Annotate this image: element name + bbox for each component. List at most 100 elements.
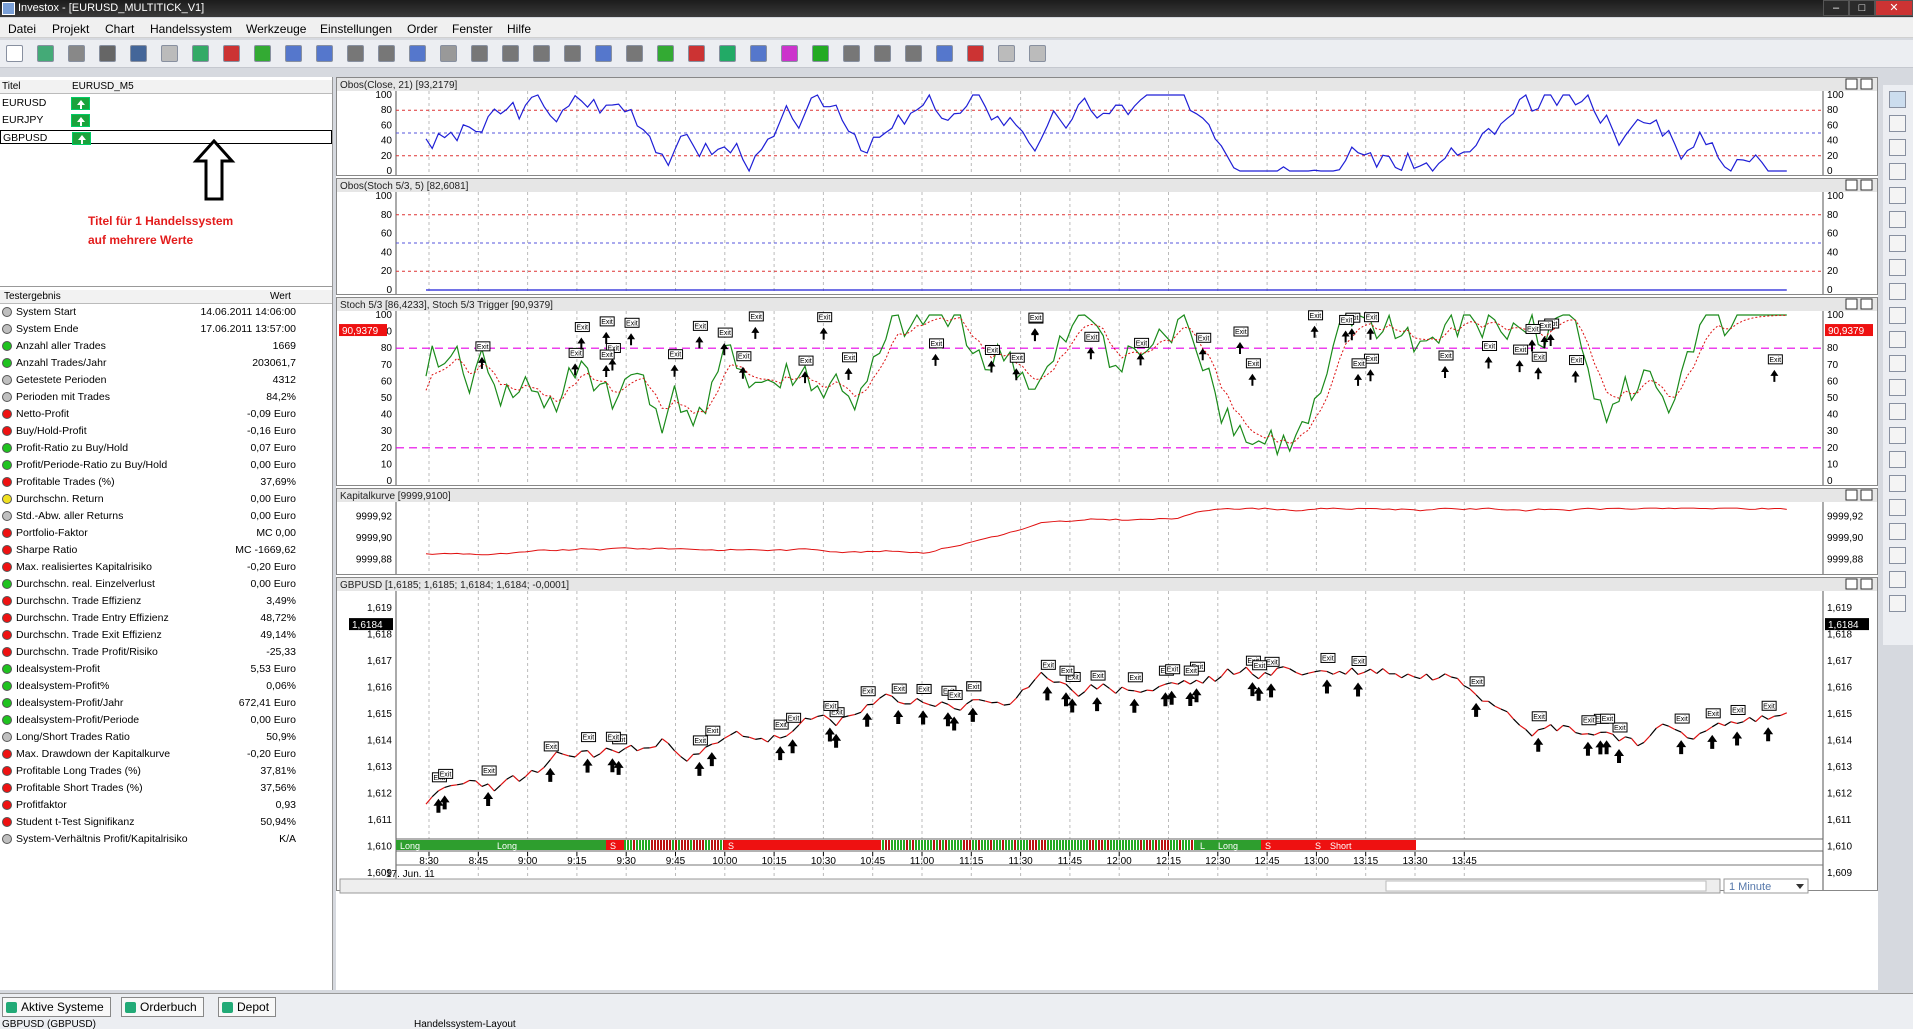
toolbar-button[interactable]	[688, 45, 705, 62]
toolbar-button[interactable]	[812, 45, 829, 62]
toolbar-button[interactable]	[750, 45, 767, 62]
toolbar-button[interactable]	[781, 45, 798, 62]
result-row[interactable]: Buy/Hold-Profit -0,16 Euro	[0, 424, 332, 438]
minimize-button[interactable]: –	[1823, 0, 1849, 16]
result-row[interactable]: Profitable Trades (%) 37,69%	[0, 475, 332, 489]
result-row[interactable]: Durchschn. real. Einzelverlust 0,00 Euro	[0, 577, 332, 591]
menu-fenster[interactable]: Fenster	[452, 22, 493, 36]
result-row[interactable]: Profitable Short Trades (%) 37,56%	[0, 781, 332, 795]
symbol-row[interactable]: EURJPY	[0, 113, 332, 127]
drawing-tool-button[interactable]	[1889, 547, 1906, 564]
symbol-row[interactable]: EURUSD	[0, 96, 332, 110]
toolbar-button[interactable]	[626, 45, 643, 62]
result-row[interactable]: Long/Short Trades Ratio 50,9%	[0, 730, 332, 744]
toolbar-button[interactable]	[564, 45, 581, 62]
drawing-tool-button[interactable]	[1889, 235, 1906, 252]
result-row[interactable]: Idealsystem-Profit 5,53 Euro	[0, 662, 332, 676]
drawing-tool-button[interactable]	[1889, 259, 1906, 276]
result-row[interactable]: Sharpe Ratio MC -1669,62	[0, 543, 332, 557]
toolbar-button[interactable]	[409, 45, 426, 62]
drawing-tool-button[interactable]	[1889, 355, 1906, 372]
toolbar-button[interactable]	[843, 45, 860, 62]
restore-icon[interactable]	[1845, 179, 1858, 191]
toolbar-button[interactable]	[316, 45, 333, 62]
result-row[interactable]: Durchschn. Trade Entry Effizienz 48,72%	[0, 611, 332, 625]
toolbar-button[interactable]	[130, 45, 147, 62]
menu-werkzeuge[interactable]: Werkzeuge	[246, 22, 306, 36]
menu-order[interactable]: Order	[407, 22, 438, 36]
menu-chart[interactable]: Chart	[105, 22, 134, 36]
close-button[interactable]: ✕	[1875, 0, 1913, 16]
drawing-tool-button[interactable]	[1889, 331, 1906, 348]
close-icon[interactable]	[1860, 298, 1873, 310]
drawing-tool-button[interactable]	[1889, 403, 1906, 420]
result-row[interactable]: Profitfaktor 0,93	[0, 798, 332, 812]
toolbar-button[interactable]	[285, 45, 302, 62]
restore-icon[interactable]	[1845, 489, 1858, 501]
result-row[interactable]: Profit-Ratio zu Buy/Hold 0,07 Euro	[0, 441, 332, 455]
close-icon[interactable]	[1860, 578, 1873, 590]
drawing-tool-button[interactable]	[1889, 475, 1906, 492]
toolbar-button[interactable]	[6, 45, 23, 62]
toolbar-button[interactable]	[936, 45, 953, 62]
tab-aktive-systeme[interactable]: Aktive Systeme	[2, 997, 111, 1017]
maximize-button[interactable]: □	[1849, 0, 1875, 16]
toolbar-button[interactable]	[192, 45, 209, 62]
close-icon[interactable]	[1860, 179, 1873, 191]
drawing-tool-button[interactable]	[1889, 499, 1906, 516]
tab-orderbuch[interactable]: Orderbuch	[121, 997, 204, 1017]
drawing-tool-button[interactable]	[1889, 115, 1906, 132]
result-row[interactable]: Durchschn. Return 0,00 Euro	[0, 492, 332, 506]
toolbar-button[interactable]	[998, 45, 1015, 62]
drawing-tool-button[interactable]	[1889, 211, 1906, 228]
tab-depot[interactable]: Depot	[218, 997, 277, 1017]
toolbar-button[interactable]	[719, 45, 736, 62]
close-icon[interactable]	[1860, 489, 1873, 501]
result-row[interactable]: Portfolio-Faktor MC 0,00	[0, 526, 332, 540]
menu-hilfe[interactable]: Hilfe	[507, 22, 531, 36]
result-row[interactable]: Getestete Perioden 4312	[0, 373, 332, 387]
result-row[interactable]: Durchschn. Trade Profit/Risiko -25,33	[0, 645, 332, 659]
drawing-tool-button[interactable]	[1889, 187, 1906, 204]
toolbar-button[interactable]	[905, 45, 922, 62]
result-row[interactable]: Idealsystem-Profit/Jahr 672,41 Euro	[0, 696, 332, 710]
result-row[interactable]: Anzahl Trades/Jahr 203061,7	[0, 356, 332, 370]
result-row[interactable]: System Start 14.06.2011 14:06:00	[0, 305, 332, 319]
drawing-tool-button[interactable]	[1889, 91, 1906, 108]
toolbar-button[interactable]	[471, 45, 488, 62]
result-row[interactable]: Durchschn. Trade Effizienz 3,49%	[0, 594, 332, 608]
toolbar-button[interactable]	[223, 45, 240, 62]
toolbar-button[interactable]	[161, 45, 178, 62]
restore-icon[interactable]	[1845, 78, 1858, 90]
restore-icon[interactable]	[1845, 298, 1858, 310]
result-row[interactable]: Max. realisiertes Kapitalrisiko -0,20 Eur…	[0, 560, 332, 574]
menu-projekt[interactable]: Projekt	[52, 22, 89, 36]
result-row[interactable]: Max. Drawdown der Kapitalkurve -0,20 Euro	[0, 747, 332, 761]
toolbar-button[interactable]	[378, 45, 395, 62]
toolbar-button[interactable]	[99, 45, 116, 62]
drawing-tool-button[interactable]	[1889, 595, 1906, 612]
result-row[interactable]: Perioden mit Trades 84,2%	[0, 390, 332, 404]
drawing-tool-button[interactable]	[1889, 427, 1906, 444]
toolbar-button[interactable]	[1029, 45, 1046, 62]
result-row[interactable]: Profit/Periode-Ratio zu Buy/Hold 0,00 Eur…	[0, 458, 332, 472]
toolbar-button[interactable]	[657, 45, 674, 62]
scroll-thumb[interactable]	[1385, 880, 1707, 892]
drawing-tool-button[interactable]	[1889, 163, 1906, 180]
drawing-tool-button[interactable]	[1889, 523, 1906, 540]
drawing-tool-button[interactable]	[1889, 307, 1906, 324]
toolbar-button[interactable]	[37, 45, 54, 62]
toolbar-button[interactable]	[533, 45, 550, 62]
toolbar-button[interactable]	[595, 45, 612, 62]
result-row[interactable]: Std.-Abw. aller Returns 0,00 Euro	[0, 509, 332, 523]
menu-handelssystem[interactable]: Handelssystem	[150, 22, 232, 36]
restore-icon[interactable]	[1845, 578, 1858, 590]
result-row[interactable]: Anzahl aller Trades 1669	[0, 339, 332, 353]
toolbar-button[interactable]	[967, 45, 984, 62]
close-icon[interactable]	[1860, 78, 1873, 90]
menu-einstellungen[interactable]: Einstellungen	[320, 22, 392, 36]
toolbar-button[interactable]	[874, 45, 891, 62]
toolbar-button[interactable]	[254, 45, 271, 62]
toolbar-button[interactable]	[347, 45, 364, 62]
menu-datei[interactable]: Datei	[8, 22, 36, 36]
